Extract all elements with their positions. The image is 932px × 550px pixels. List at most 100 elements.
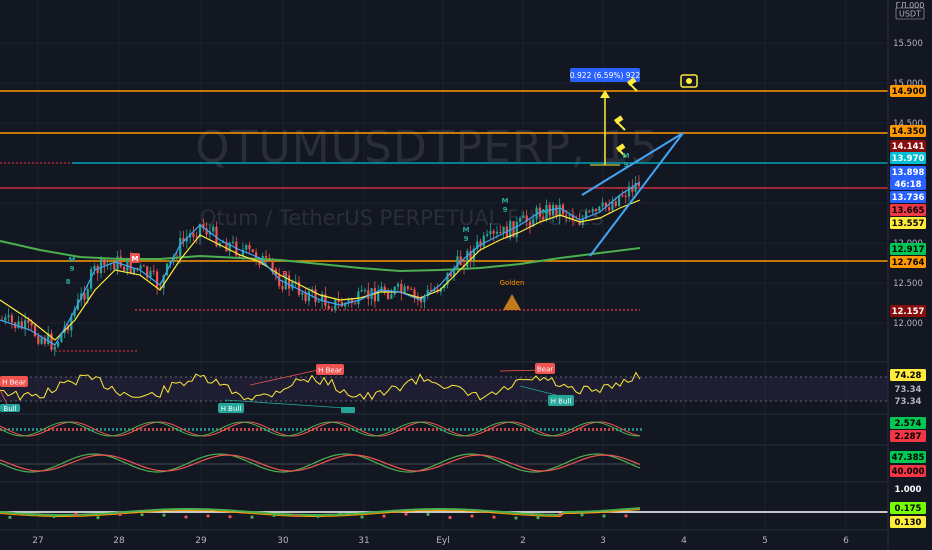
time-axis-label: 29	[195, 536, 207, 546]
candle-body	[528, 221, 532, 227]
svg-text:12.917: 12.917	[892, 245, 925, 255]
candle-body	[264, 255, 268, 258]
candle-body	[390, 294, 393, 299]
candle-body	[387, 292, 390, 299]
svg-text:13.970: 13.970	[892, 154, 925, 164]
svg-text:2.287: 2.287	[895, 432, 922, 442]
price-tag: 74.28	[890, 369, 926, 381]
price-tag: 14.900	[890, 85, 926, 97]
candle-body	[330, 308, 334, 310]
price-tag: 73.34	[890, 383, 926, 395]
candle-body	[27, 320, 30, 323]
candle-body	[614, 201, 617, 206]
candle-body	[568, 214, 571, 216]
time-axis-label: 6	[843, 536, 849, 546]
svg-text:73.34: 73.34	[895, 397, 922, 407]
svg-text:9: 9	[503, 206, 508, 214]
svg-text:9: 9	[624, 161, 629, 169]
candle-body	[608, 207, 611, 211]
svg-text:M: M	[132, 255, 139, 263]
price-tick-label: 12.500	[893, 279, 923, 289]
candle-body	[99, 258, 103, 274]
candle-body	[103, 258, 106, 266]
candle-body	[57, 342, 60, 347]
candle-body	[598, 206, 601, 211]
candle-body	[179, 237, 182, 259]
svg-text:B: B	[282, 270, 287, 278]
price-tag: 2.574	[890, 417, 926, 429]
candle-body	[377, 292, 380, 302]
h-bull-label: H Bull	[551, 398, 572, 406]
candle-body	[360, 290, 363, 292]
measure-label: 0.922 (6.59%) 922	[570, 71, 640, 80]
svg-text:12.764: 12.764	[892, 258, 925, 268]
svg-text:0.175: 0.175	[895, 504, 922, 514]
price-tag: 13.736	[890, 191, 926, 203]
price-tag: 46:18	[890, 178, 926, 190]
candle-body	[37, 336, 40, 344]
price-tag: 1.000	[890, 483, 926, 495]
candle-body	[413, 289, 416, 297]
candle-body	[594, 208, 598, 211]
h-bull-label: H Bull	[221, 405, 242, 413]
candle-body	[307, 291, 310, 302]
svg-text:13.736: 13.736	[892, 193, 925, 203]
h-bear-label: H Bear	[2, 379, 26, 387]
price-tag: 12.157	[890, 305, 926, 317]
candle-body	[40, 337, 43, 344]
time-axis-label: 28	[113, 536, 125, 546]
svg-text:8: 8	[66, 278, 71, 286]
candle-body	[363, 290, 367, 292]
currency-label: USDT	[899, 10, 921, 19]
candle-body	[621, 195, 624, 197]
svg-text:40.000: 40.000	[892, 467, 925, 477]
price-tag: 13.898	[890, 166, 926, 178]
candle-body	[248, 245, 251, 250]
svg-text:47.385: 47.385	[892, 453, 925, 463]
svg-text:14.900: 14.900	[892, 87, 925, 97]
candle-body	[192, 233, 195, 237]
svg-text:9: 9	[464, 235, 469, 243]
candle-body	[251, 249, 254, 253]
price-tag: 12.764	[890, 256, 926, 268]
time-axis-label: Eyl	[436, 536, 450, 546]
candle-body	[212, 226, 215, 232]
svg-text:9: 9	[70, 265, 75, 273]
candle-body	[373, 288, 376, 302]
candle-body	[515, 221, 518, 238]
time-axis-label: 27	[32, 536, 43, 546]
candle-body	[327, 305, 330, 309]
candle-body	[10, 315, 13, 323]
candle-body	[4, 317, 7, 321]
candle-body	[367, 290, 370, 299]
h-bear-label: H Bear	[318, 367, 342, 375]
candle-body	[354, 303, 357, 305]
candle-body	[403, 286, 406, 294]
candle-body	[53, 346, 56, 350]
svg-text:14.350: 14.350	[892, 127, 925, 137]
candle-body	[83, 293, 86, 300]
price-tag: 0.175	[890, 502, 926, 514]
candle-body	[456, 256, 459, 269]
candle-body	[588, 211, 591, 213]
time-axis-label: 2	[520, 536, 526, 546]
candle-body	[314, 289, 317, 303]
golden-label: Golden	[500, 279, 525, 287]
price-tag: 0.130	[890, 516, 926, 528]
chart-area[interactable]: QTUMUSDTPERP, 15 Qtum / TetherUS PERPETU…	[0, 0, 932, 550]
price-tag: 47.385	[890, 451, 926, 463]
price-tag: 12.917	[890, 243, 926, 255]
time-axis-label: 31	[358, 536, 369, 546]
svg-text:M: M	[463, 226, 470, 234]
candle-body	[152, 270, 155, 272]
svg-text:12.157: 12.157	[892, 307, 925, 317]
candle-body	[565, 214, 568, 216]
price-tag: 13.970	[890, 152, 926, 164]
watermark-symbol: QTUMUSDTPERP, 15	[195, 122, 659, 173]
candle-body	[522, 215, 525, 219]
svg-text:2.574: 2.574	[895, 419, 922, 429]
svg-text:M: M	[69, 256, 76, 264]
time-axis-label: 5	[762, 536, 768, 546]
candle-body	[126, 258, 129, 271]
candle-body	[406, 286, 409, 289]
